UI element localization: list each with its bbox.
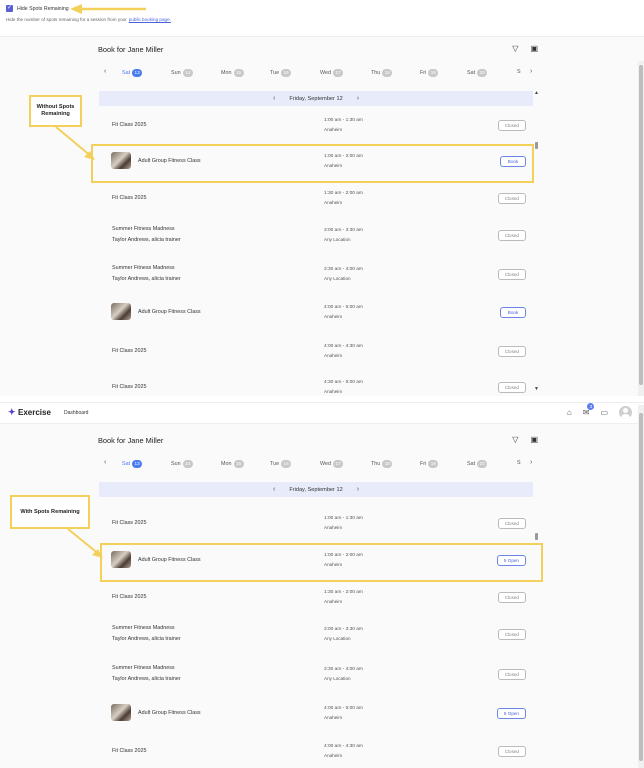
booking-panel-without-spots: Book for Jane Miller ▽ ▣ ‹ Sat 13 Sun 14 Mon… bbox=[0, 36, 644, 396]
hide-spots-checkbox[interactable]: ✓ bbox=[6, 5, 13, 12]
callout-arrow-icon bbox=[55, 126, 95, 160]
hide-spots-description: Hide the number of spots remaining for a… bbox=[6, 17, 171, 22]
booking-panel-with-spots: ✦ Exercise Dashboard ⌂ ✉ 3 ▭ Book for Jan… bbox=[0, 402, 644, 768]
callout-arrow-icon bbox=[67, 528, 103, 558]
page: ✓ Hide Spots Remaining Hide the number o… bbox=[0, 0, 644, 768]
hide-spots-label: Hide Spots Remaining bbox=[17, 5, 69, 12]
annotation-arrow-icon bbox=[70, 4, 146, 14]
public-booking-page-link[interactable]: public booking page. bbox=[129, 17, 171, 22]
